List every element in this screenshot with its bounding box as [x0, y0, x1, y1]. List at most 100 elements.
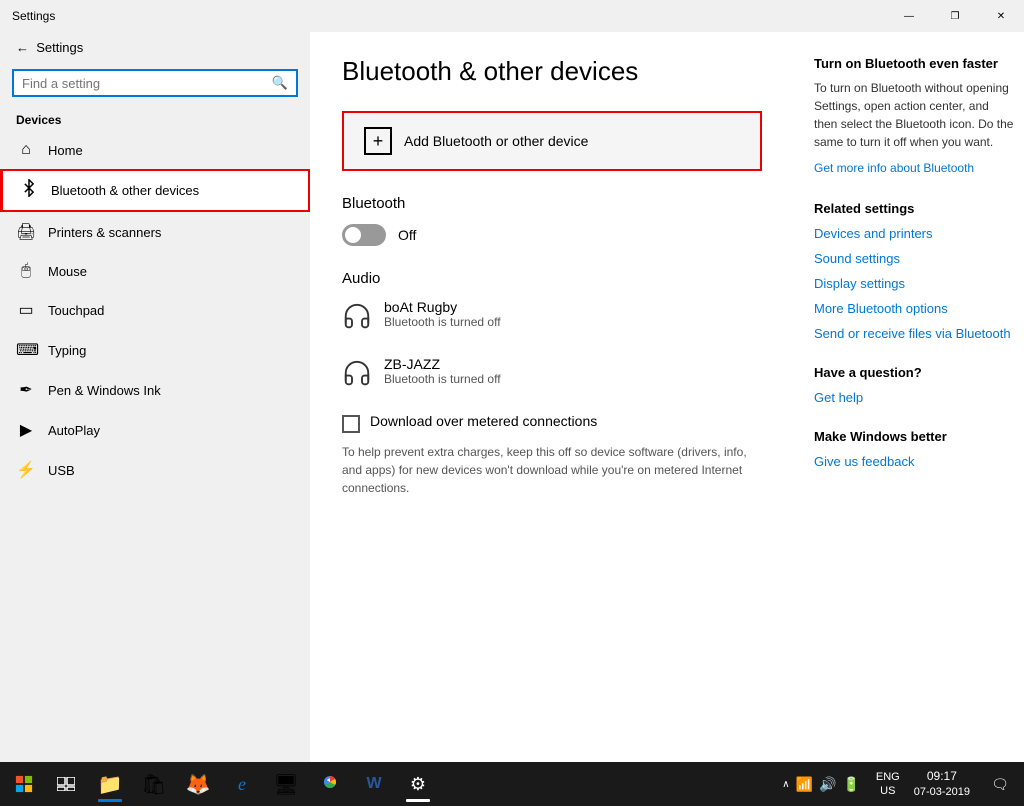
metered-checkbox-desc: To help prevent extra charges, keep this… [342, 443, 762, 497]
locale-code: US [876, 784, 900, 798]
metered-checkbox-row: Download over metered connections [342, 413, 762, 433]
taskbar-app-word[interactable]: W [352, 764, 396, 804]
clock-date: 07-03-2019 [914, 785, 970, 800]
tip-text: To turn on Bluetooth without opening Set… [814, 79, 1014, 151]
headphone-icon-1 [342, 301, 372, 338]
related-link-send-files[interactable]: Send or receive files via Bluetooth [814, 326, 1014, 341]
sidebar-item-typing[interactable]: ⌨ Typing [0, 330, 310, 370]
taskbar-app-settings[interactable]: ⚙ [396, 764, 440, 804]
taskbar-app-unknown[interactable]: 🖥 [264, 764, 308, 804]
tip-link[interactable]: Get more info about Bluetooth [814, 161, 974, 175]
related-link-bluetooth-options[interactable]: More Bluetooth options [814, 301, 1014, 316]
taskbar-app-firefox[interactable]: 🦊 [176, 764, 220, 804]
search-box[interactable]: 🔍 [12, 69, 298, 97]
close-button[interactable]: ✕ [978, 0, 1024, 32]
speaker-icon: 🔊 [819, 776, 836, 793]
back-button[interactable]: ← Settings [0, 32, 310, 63]
minimize-button[interactable]: — [886, 0, 932, 32]
taskbar-apps: 📁 🛍 🦊 e 🖥 [88, 764, 440, 804]
bluetooth-icon [19, 179, 39, 202]
touchpad-icon: ▭ [16, 300, 36, 320]
audio-device-2-info: ZB-JAZZ Bluetooth is turned off [384, 356, 501, 386]
tray-icons: ∧ 📶 🔊 🔋 [774, 776, 868, 793]
sidebar-item-label-home: Home [48, 143, 83, 158]
right-panel: Turn on Bluetooth even faster To turn on… [794, 32, 1024, 762]
taskbar-app-chrome[interactable] [308, 764, 352, 804]
feedback-link[interactable]: Give us feedback [814, 454, 1014, 469]
sidebar-item-mouse[interactable]: 🖱 Mouse [0, 252, 310, 290]
settings-icon: ⚙ [410, 774, 426, 795]
settings-active-bar [406, 799, 430, 802]
sidebar-item-label-printers: Printers & scanners [48, 225, 161, 240]
sidebar-item-label-pen: Pen & Windows Ink [48, 383, 161, 398]
related-link-display[interactable]: Display settings [814, 276, 1014, 291]
related-link-sound[interactable]: Sound settings [814, 251, 1014, 266]
battery-icon: 🔋 [842, 776, 859, 793]
make-better-section: Make Windows better Give us feedback [814, 429, 1014, 469]
titlebar: Settings — ❐ ✕ [0, 0, 1024, 32]
content-area: Bluetooth & other devices + Add Bluetoot… [310, 32, 1024, 762]
sidebar-item-label-touchpad: Touchpad [48, 303, 104, 318]
question-title: Have a question? [814, 365, 1014, 380]
sidebar-section-devices: Devices [0, 109, 310, 131]
sidebar-item-label-autoplay: AutoPlay [48, 423, 100, 438]
search-icon: 🔍 [272, 75, 288, 91]
taskbar: 📁 🛍 🦊 e 🖥 [0, 762, 1024, 806]
metered-checkbox[interactable] [342, 415, 360, 433]
tip-title: Turn on Bluetooth even faster [814, 56, 1014, 71]
sidebar-item-label-typing: Typing [48, 343, 86, 358]
usb-icon: ⚡ [16, 460, 36, 480]
plus-icon: + [364, 127, 392, 155]
headphone-icon-2 [342, 358, 372, 395]
sidebar-item-home[interactable]: ⌂ Home [0, 131, 310, 169]
sidebar-item-label-mouse: Mouse [48, 264, 87, 279]
get-help-link[interactable]: Get help [814, 390, 1014, 405]
related-link-devices[interactable]: Devices and printers [814, 226, 1014, 241]
audio-device-2-status: Bluetooth is turned off [384, 372, 501, 386]
sidebar-item-label-bluetooth: Bluetooth & other devices [51, 183, 199, 198]
printer-icon: 🖨 [16, 222, 36, 242]
sidebar-item-bluetooth[interactable]: Bluetooth & other devices [0, 169, 310, 212]
sidebar-item-label-usb: USB [48, 463, 75, 478]
sidebar-item-touchpad[interactable]: ▭ Touchpad [0, 290, 310, 330]
sidebar-item-usb[interactable]: ⚡ USB [0, 450, 310, 490]
taskbar-app-explorer[interactable]: 📁 [88, 764, 132, 804]
add-device-button[interactable]: + Add Bluetooth or other device [342, 111, 762, 171]
notification-button[interactable]: 🗨 [980, 764, 1020, 804]
app-body: ← Settings 🔍 Devices ⌂ Home Bluetooth & … [0, 32, 1024, 762]
chevron-up-icon[interactable]: ∧ [782, 779, 789, 790]
sidebar-item-pen[interactable]: ✒ Pen & Windows Ink [0, 370, 310, 410]
search-input[interactable] [22, 76, 272, 91]
make-better-title: Make Windows better [814, 429, 1014, 444]
explorer-icon: 📁 [98, 772, 123, 797]
word-icon: W [366, 775, 381, 793]
bluetooth-section-heading: Bluetooth [342, 195, 762, 212]
language-code: ENG [876, 770, 900, 784]
sidebar-item-printers[interactable]: 🖨 Printers & scanners [0, 212, 310, 252]
window-controls: — ❐ ✕ [886, 0, 1024, 32]
store-icon: 🛍 [141, 772, 166, 797]
toggle-knob [345, 227, 361, 243]
audio-device-1-name: boAt Rugby [384, 299, 501, 315]
wifi-icon: 📶 [796, 776, 813, 793]
audio-device-1: boAt Rugby Bluetooth is turned off [342, 299, 762, 338]
active-indicator [98, 799, 122, 802]
taskbar-clock[interactable]: 09:17 07-03-2019 [908, 768, 976, 800]
page-title: Bluetooth & other devices [342, 56, 762, 87]
bluetooth-state-label: Off [398, 227, 416, 243]
content-main: Bluetooth & other devices + Add Bluetoot… [310, 32, 794, 762]
maximize-button[interactable]: ❐ [932, 0, 978, 32]
sidebar-item-autoplay[interactable]: ▶ AutoPlay [0, 410, 310, 450]
taskbar-app-store[interactable]: 🛍 [132, 764, 176, 804]
task-view-button[interactable] [46, 764, 86, 804]
mouse-icon: 🖱 [16, 262, 36, 280]
taskbar-app-edge[interactable]: e [220, 764, 264, 804]
sidebar: ← Settings 🔍 Devices ⌂ Home Bluetooth & … [0, 32, 310, 762]
related-settings-title: Related settings [814, 201, 1014, 216]
bluetooth-toggle[interactable] [342, 224, 386, 246]
taskbar-left: 📁 🛍 🦊 e 🖥 [4, 764, 440, 804]
audio-device-1-status: Bluetooth is turned off [384, 315, 501, 329]
audio-section-heading: Audio [342, 270, 762, 287]
audio-device-2-name: ZB-JAZZ [384, 356, 501, 372]
start-button[interactable] [4, 764, 44, 804]
